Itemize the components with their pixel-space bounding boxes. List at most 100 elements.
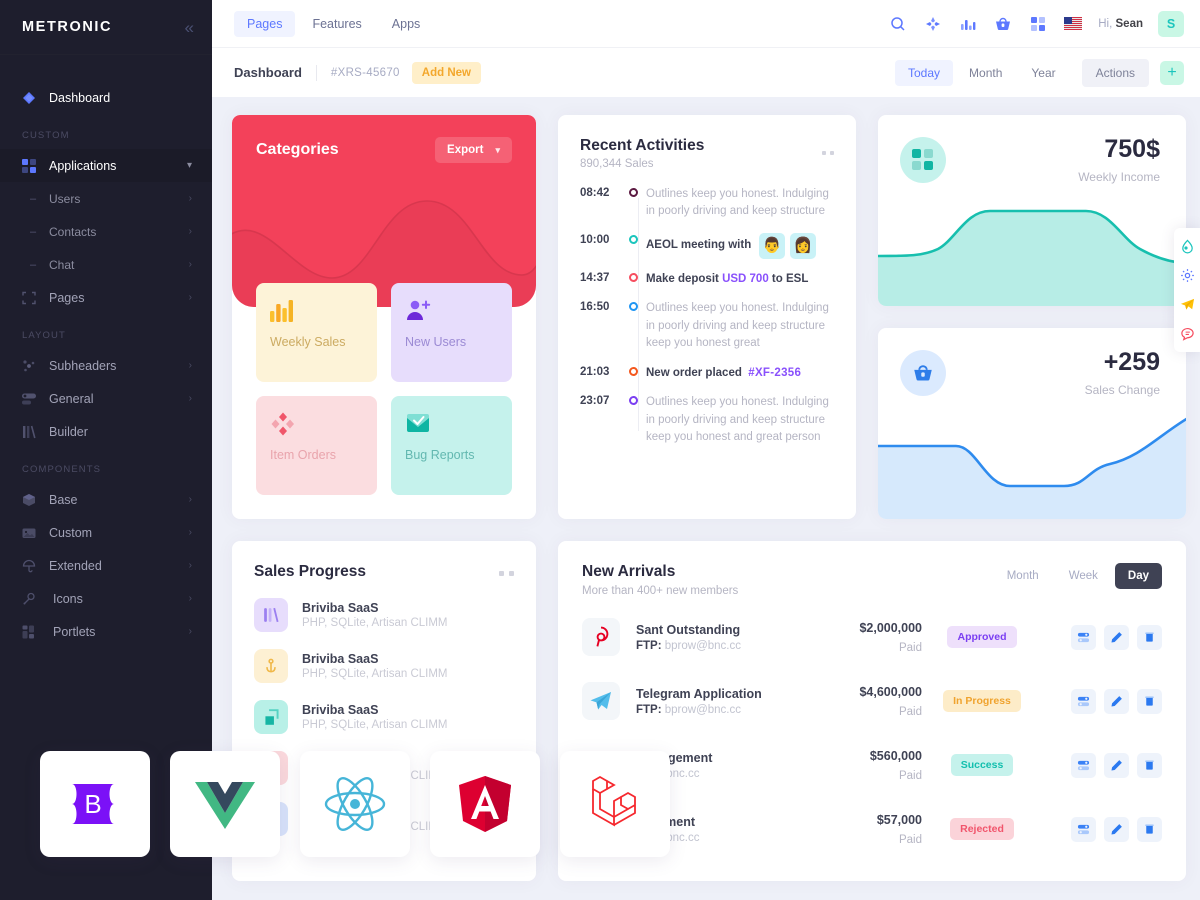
chevron-right-icon: › [188,226,192,237]
chevron-right-icon: › [188,292,192,303]
paper-plane-icon[interactable] [1174,290,1200,319]
stats-column: 750$ Weekly Income +259 Sales Change [878,115,1186,519]
edit-pencil-icon[interactable] [1104,752,1129,778]
chevron-right-icon: › [188,393,192,404]
sidebar-item-builder[interactable]: Builder [0,415,212,448]
flag-us-icon[interactable] [1063,14,1083,34]
share-icon [254,700,288,734]
scatter-icon[interactable] [923,14,943,34]
bar-chart-icon[interactable] [958,14,978,34]
recent-activities-card: Recent Activities 890,344 Sales 08:42 Ou… [558,115,856,519]
activity-text-wrap: AEOL meeting with 👨 👩 [646,232,834,259]
sidebar-item-contacts[interactable]: – Contacts › [0,215,212,248]
edit-pencil-icon[interactable] [1104,816,1129,842]
activity-item: 21:03 New order placed #XF-2356 [580,365,834,382]
tile-weekly-sales[interactable]: Weekly Sales [256,283,377,382]
brand-header: METRONIC « [0,0,212,55]
sidebar-item-general[interactable]: General › [0,382,212,415]
sidebar-item-pages[interactable]: Pages › [0,281,212,314]
avatar[interactable]: S [1158,10,1184,37]
status-badge: Approved [947,626,1017,648]
tab-week[interactable]: Week [1056,563,1111,589]
tab-apps[interactable]: Apps [379,11,434,37]
add-new-button[interactable]: Add New [411,61,481,84]
laravel-logo-card[interactable] [560,751,670,857]
sidebar-item-extended[interactable]: Extended › [0,549,212,582]
export-button[interactable]: Export ▾ [435,137,512,163]
pin-icon [22,592,44,606]
tile-item-orders[interactable]: Item Orders [256,396,377,495]
delete-trash-icon[interactable] [1137,688,1162,714]
tile-label: Item Orders [270,448,336,462]
tab-month[interactable]: Month [994,563,1052,589]
row-actions [1042,816,1162,842]
tile-bug-reports[interactable]: Bug Reports [391,396,512,495]
sidebar-item-label: Chat [49,257,75,272]
angular-logo-card[interactable] [430,751,540,857]
settings-toggle-icon[interactable] [1071,816,1096,842]
row-actions [1042,624,1162,650]
grid-icon[interactable] [1028,14,1048,34]
chat-bubble-icon[interactable] [1174,319,1200,348]
vue-logo-card[interactable] [170,751,280,857]
list-item[interactable]: Briviba SaaS PHP, SQLite, Artisan CLIMM [254,700,514,734]
tab-day[interactable]: Day [1114,563,1162,589]
quick-tools-toolbar [1174,228,1200,352]
bootstrap-logo-card[interactable]: B [40,751,150,857]
tab-features[interactable]: Features [299,11,374,37]
sidebar-item-icons[interactable]: Icons › [0,582,212,615]
react-logo-card[interactable] [300,751,410,857]
sidebar-item-label: Subheaders [49,358,117,373]
activity-highlight: #XF-2356 [748,366,802,379]
filter-year[interactable]: Year [1018,60,1068,86]
new-arrivals-subtitle: More than 400+ new members [582,585,739,597]
ftp-label: FTP: [636,703,662,716]
settings-toggle-icon[interactable] [1071,752,1096,778]
item-desc: PHP, SQLite, Artisan CLIMM [302,668,448,680]
activity-text: Outlines keep you honest. Indulging in p… [646,302,829,350]
more-options-icon[interactable] [822,151,834,155]
image-icon [22,526,44,540]
search-icon[interactable] [888,14,908,34]
timeline-dot-wrap [620,300,646,352]
sidebar-item-base[interactable]: Base › [0,483,212,516]
filter-today[interactable]: Today [895,59,954,86]
delete-trash-icon[interactable] [1137,816,1162,842]
stat-header: 750$ Weekly Income [878,115,1186,184]
tile-new-users[interactable]: New Users [391,283,512,382]
droplet-icon[interactable] [1174,232,1200,261]
tab-pages[interactable]: Pages [234,10,296,37]
plus-icon[interactable]: + [1160,60,1184,85]
filter-month[interactable]: Month [956,60,1015,86]
edit-pencil-icon[interactable] [1104,688,1129,714]
chevron-double-left-icon[interactable]: « [185,19,194,36]
gear-icon[interactable] [1174,261,1200,290]
settings-toggle-icon[interactable] [1071,688,1096,714]
sidebar-item-users[interactable]: – Users › [0,182,212,215]
list-item[interactable]: Briviba SaaS PHP, SQLite, Artisan CLIMM [254,598,514,632]
sidebar-item-label: Custom [49,525,93,540]
timeline-dot-wrap [620,271,646,288]
sidebar-item-dashboard[interactable]: Dashboard [0,81,212,114]
sidebar-item-custom[interactable]: Custom › [0,516,212,549]
edit-pencil-icon[interactable] [1104,624,1129,650]
actions-button[interactable]: Actions [1081,58,1149,87]
more-options-icon[interactable] [499,571,514,576]
row-amount-cell: $560,000 Paid [810,749,922,782]
activity-time: 21:03 [580,365,610,378]
sidebar-item-chat[interactable]: – Chat › [0,248,212,281]
export-label: Export [447,144,484,156]
row-amount: $4,600,000 [859,684,922,699]
delete-trash-icon[interactable] [1137,624,1162,650]
sidebar-item-subheaders[interactable]: Subheaders › [0,349,212,382]
stat-values: +259 Sales Change [1085,350,1160,398]
delete-trash-icon[interactable] [1137,752,1162,778]
row-amount: $2,000,000 [859,620,922,635]
sidebar-item-portlets[interactable]: Portlets › [0,615,212,648]
list-item[interactable]: Briviba SaaS PHP, SQLite, Artisan CLIMM [254,649,514,683]
timeline-dot-wrap [620,394,646,446]
basket-icon[interactable] [993,14,1013,34]
settings-toggle-icon[interactable] [1071,624,1096,650]
sidebar-item-applications[interactable]: Applications ▾ [0,149,212,182]
ticket-id: #XRS-45670 [330,66,400,79]
